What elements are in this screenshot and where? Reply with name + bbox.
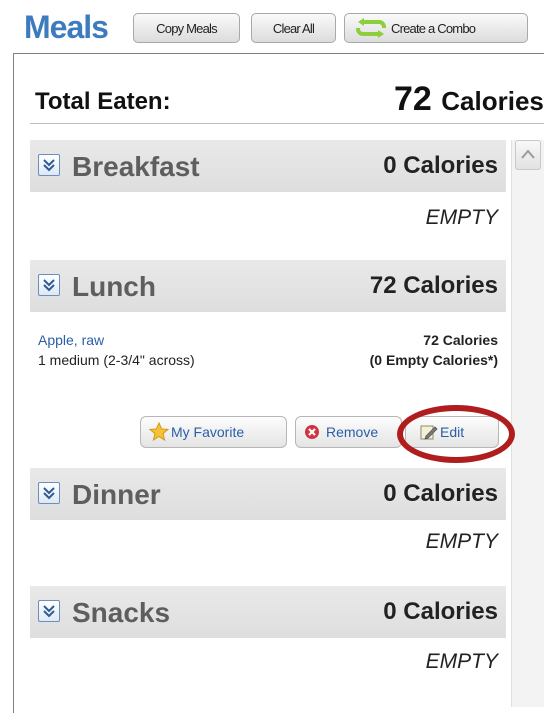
expand-chevron-icon[interactable]: [38, 154, 60, 176]
expand-chevron-icon[interactable]: [38, 274, 60, 296]
empty-label: EMPTY: [425, 206, 498, 229]
meal-calories-lunch: 72 Calories: [369, 272, 498, 299]
remove-x-icon: [305, 425, 319, 439]
total-eaten-row: Total Eaten: 72 Calories: [24, 72, 544, 122]
food-empty-calories: (0 Empty Calories*): [369, 352, 498, 368]
meal-body-breakfast: EMPTY: [30, 192, 506, 260]
meal-header-breakfast[interactable]: Breakfast 0 Calories: [30, 140, 506, 192]
meal-name-dinner: Dinner: [72, 479, 161, 510]
empty-label: EMPTY: [425, 650, 498, 673]
expand-chevron-icon[interactable]: [38, 600, 60, 622]
my-favorite-button[interactable]: My Favorite: [140, 416, 287, 448]
total-calories-unit: Calories: [441, 86, 544, 116]
copy-meals-button[interactable]: Copy Meals: [133, 13, 240, 43]
remove-button[interactable]: Remove: [295, 416, 402, 448]
divider: [30, 123, 544, 124]
star-icon: [149, 422, 169, 442]
empty-label: EMPTY: [425, 530, 498, 553]
meal-header-dinner[interactable]: Dinner 0 Calories: [30, 468, 506, 520]
scroll-up-icon[interactable]: [515, 140, 541, 170]
total-eaten-value: 72 Calories: [394, 80, 544, 119]
meal-calories-snacks: 0 Calories: [383, 598, 498, 625]
food-name-link[interactable]: Apple, raw: [38, 332, 104, 348]
create-combo-label: Create a Combo: [391, 20, 476, 36]
meal-body-dinner: EMPTY: [30, 520, 506, 588]
clear-all-button[interactable]: Clear All: [251, 13, 336, 43]
meal-calories-dinner: 0 Calories: [383, 480, 498, 507]
meal-name-breakfast: Breakfast: [72, 151, 200, 182]
total-eaten-label: Total Eaten:: [35, 88, 171, 115]
meal-header-lunch[interactable]: Lunch 72 Calories: [30, 260, 506, 312]
top-bar: Meals Copy Meals Clear All Create a Comb…: [0, 0, 544, 46]
my-favorite-label: My Favorite: [171, 424, 245, 440]
meal-header-snacks[interactable]: Snacks 0 Calories: [30, 586, 506, 638]
meal-name-lunch: Lunch: [72, 271, 156, 302]
scrollbar[interactable]: [511, 140, 544, 707]
annotation-highlight-circle: [397, 405, 515, 463]
food-calories: 72 Calories: [423, 332, 498, 348]
create-combo-button[interactable]: Create a Combo: [344, 13, 528, 43]
meal-body-snacks: EMPTY: [30, 638, 506, 706]
total-calories-number: 72: [394, 80, 432, 118]
remove-label: Remove: [326, 424, 379, 440]
food-serving: 1 medium (2-3/4" across): [38, 352, 195, 368]
meal-name-snacks: Snacks: [72, 597, 171, 628]
meal-calories-breakfast: 0 Calories: [383, 152, 498, 179]
page-title: Meals: [24, 9, 109, 45]
combo-arrows-icon: [356, 18, 386, 38]
expand-chevron-icon[interactable]: [38, 482, 60, 504]
